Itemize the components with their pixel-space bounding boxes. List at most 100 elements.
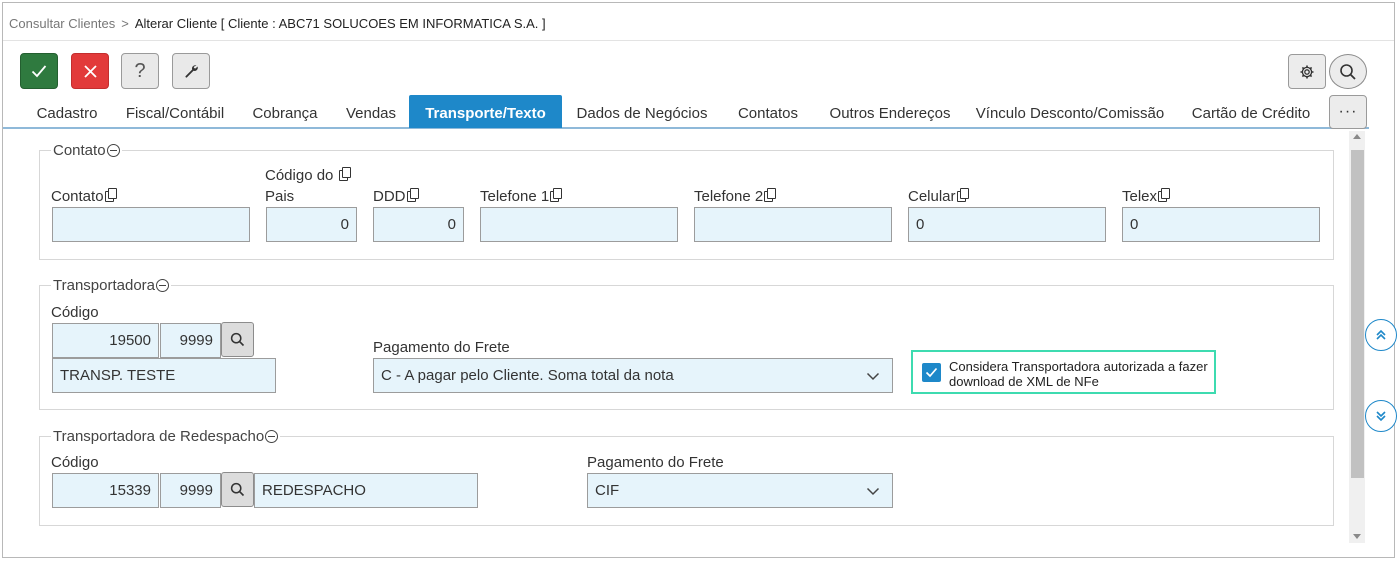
scroll-top-button[interactable]	[1365, 319, 1397, 351]
wrench-icon	[185, 65, 198, 78]
telex-label: Telex	[1122, 188, 1171, 205]
transportadora-search-button[interactable]	[221, 322, 254, 357]
codigo-pais-label-line2: Pais	[265, 188, 295, 205]
double-chevron-down-icon	[1376, 411, 1386, 422]
ddd-input[interactable]: 0	[373, 207, 464, 242]
codigo-pais-label-text: Código do	[265, 167, 334, 184]
transportadora-codigo-label: Código	[51, 304, 99, 321]
tab-bar: Cadastro Fiscal/Contábil Cobrança Vendas…	[3, 95, 1369, 129]
collapse-redespacho-icon[interactable]	[265, 430, 279, 443]
config-button[interactable]	[1288, 54, 1326, 89]
tab-cartao-de-credito[interactable]: Cartão de Crédito	[1184, 95, 1318, 128]
copy-icon[interactable]	[339, 167, 352, 181]
telefone2-label: Telefone 2	[694, 188, 777, 205]
ddd-label-text: DDD	[373, 188, 406, 205]
transportadora-pagamento-value: C - A pagar pelo Cliente. Soma total da …	[381, 367, 674, 384]
telefone2-input[interactable]	[694, 207, 892, 242]
tab-cobranca[interactable]: Cobrança	[243, 95, 327, 128]
tab-dados-de-negocios[interactable]: Dados de Negócios	[571, 95, 713, 128]
copy-icon[interactable]	[406, 188, 419, 202]
cancel-button[interactable]	[71, 53, 109, 89]
contato-input[interactable]	[52, 207, 250, 242]
more-label: ···	[1338, 103, 1358, 120]
redespacho-nome-input[interactable]: REDESPACHO	[254, 473, 478, 508]
check-icon	[925, 367, 938, 378]
transportadora-filial-input[interactable]: 9999	[160, 323, 221, 358]
page-title: Alterar Cliente [ Cliente : ABC71 SOLUCO…	[134, 16, 546, 31]
double-chevron-up-icon	[1376, 329, 1386, 340]
scroll-arrow-up-icon[interactable]	[1353, 134, 1361, 139]
redespacho-codigo-input[interactable]: 15339	[52, 473, 159, 508]
transportadora-legend-text: Transportadora	[53, 277, 155, 294]
tab-vendas[interactable]: Vendas	[337, 95, 405, 128]
tab-contatos[interactable]: Contatos	[728, 95, 808, 128]
tab-vinculo-desconto-comissao[interactable]: Vínculo Desconto/Comissão	[970, 95, 1170, 128]
search-icon	[230, 482, 245, 497]
contato-label: Contato	[51, 188, 117, 205]
redespacho-filial-input[interactable]: 9999	[160, 473, 221, 508]
redespacho-pagamento-value: CIF	[595, 482, 620, 499]
transportadora-codigo-input[interactable]: 19500	[52, 323, 159, 358]
check-icon	[31, 65, 47, 78]
tab-transporte-texto[interactable]: Transporte/Texto	[409, 95, 562, 128]
celular-label: Celular	[908, 188, 969, 205]
contato-legend: Contato	[51, 142, 122, 159]
telex-label-text: Telex	[1122, 188, 1158, 205]
chevron-down-icon	[866, 372, 880, 381]
search-icon	[1340, 63, 1356, 80]
tab-cadastro[interactable]: Cadastro	[25, 95, 109, 128]
help-label: ?	[134, 59, 146, 82]
xml-download-checkbox[interactable]	[922, 363, 941, 382]
window-frame: Consultar Clientes > Alterar Cliente [ Cli…	[2, 2, 1397, 558]
celular-input[interactable]: 0	[908, 207, 1106, 242]
header-divider	[3, 40, 1394, 41]
breadcrumb: Consultar Clientes > Alterar Cliente [ Cli…	[9, 16, 546, 31]
xml-download-option: Considera Transportadora autorizada a fa…	[911, 350, 1216, 394]
transportadora-pagamento-select[interactable]: C - A pagar pelo Cliente. Soma total da …	[373, 358, 893, 393]
tab-outros-enderecos[interactable]: Outros Endereços	[823, 95, 957, 128]
redespacho-pagamento-select[interactable]: CIF	[587, 473, 893, 508]
codigo-pais-input[interactable]: 0	[266, 207, 357, 242]
ddd-label: DDD	[373, 188, 419, 205]
telefone1-input[interactable]	[480, 207, 678, 242]
search-button[interactable]	[1329, 54, 1367, 89]
scroll-bottom-button[interactable]	[1365, 400, 1397, 432]
search-icon	[230, 332, 245, 347]
scrollbar-thumb[interactable]	[1351, 150, 1364, 478]
copy-icon[interactable]	[956, 188, 969, 202]
save-button[interactable]	[20, 53, 58, 89]
collapse-transportadora-icon[interactable]	[156, 279, 169, 292]
tab-fiscal-contabil[interactable]: Fiscal/Contábil	[117, 95, 233, 128]
telefone1-label: Telefone 1	[480, 188, 563, 205]
redespacho-codigo-label: Código	[51, 454, 99, 471]
xml-download-label: Considera Transportadora autorizada a fa…	[949, 359, 1208, 389]
copy-icon[interactable]	[104, 188, 117, 202]
celular-label-text: Celular	[908, 188, 956, 205]
more-tabs-button[interactable]: ···	[1329, 95, 1367, 129]
redespacho-search-button[interactable]	[221, 472, 254, 507]
copy-icon[interactable]	[1158, 188, 1171, 202]
redespacho-legend-text: Transportadora de Redespacho	[53, 428, 265, 445]
contato-label-text: Contato	[51, 188, 104, 205]
redespacho-pagamento-label: Pagamento do Frete	[587, 454, 724, 471]
copy-icon[interactable]	[764, 188, 777, 202]
transportadora-pagamento-label: Pagamento do Frete	[373, 339, 510, 356]
breadcrumb-consultar-clientes[interactable]: Consultar Clientes	[9, 16, 115, 31]
chevron-down-icon	[866, 487, 880, 496]
telefone1-label-text: Telefone 1	[480, 188, 550, 205]
codigo-pais-label-line1: Código do	[265, 167, 352, 184]
transportadora-nome-input[interactable]: TRANSP. TESTE	[52, 358, 276, 393]
help-button[interactable]: ?	[121, 53, 159, 89]
tools-button[interactable]	[172, 53, 210, 89]
contato-group	[39, 150, 1334, 260]
gear-icon	[1300, 65, 1314, 78]
redespacho-legend: Transportadora de Redespacho	[51, 428, 281, 445]
close-icon	[83, 64, 97, 78]
transportadora-legend: Transportadora	[51, 277, 171, 294]
collapse-contato-icon[interactable]	[106, 144, 120, 157]
copy-icon[interactable]	[550, 188, 563, 202]
scroll-arrow-down-icon[interactable]	[1353, 534, 1361, 539]
contato-legend-text: Contato	[53, 142, 106, 159]
telex-input[interactable]: 0	[1122, 207, 1320, 242]
telefone2-label-text: Telefone 2	[694, 188, 764, 205]
